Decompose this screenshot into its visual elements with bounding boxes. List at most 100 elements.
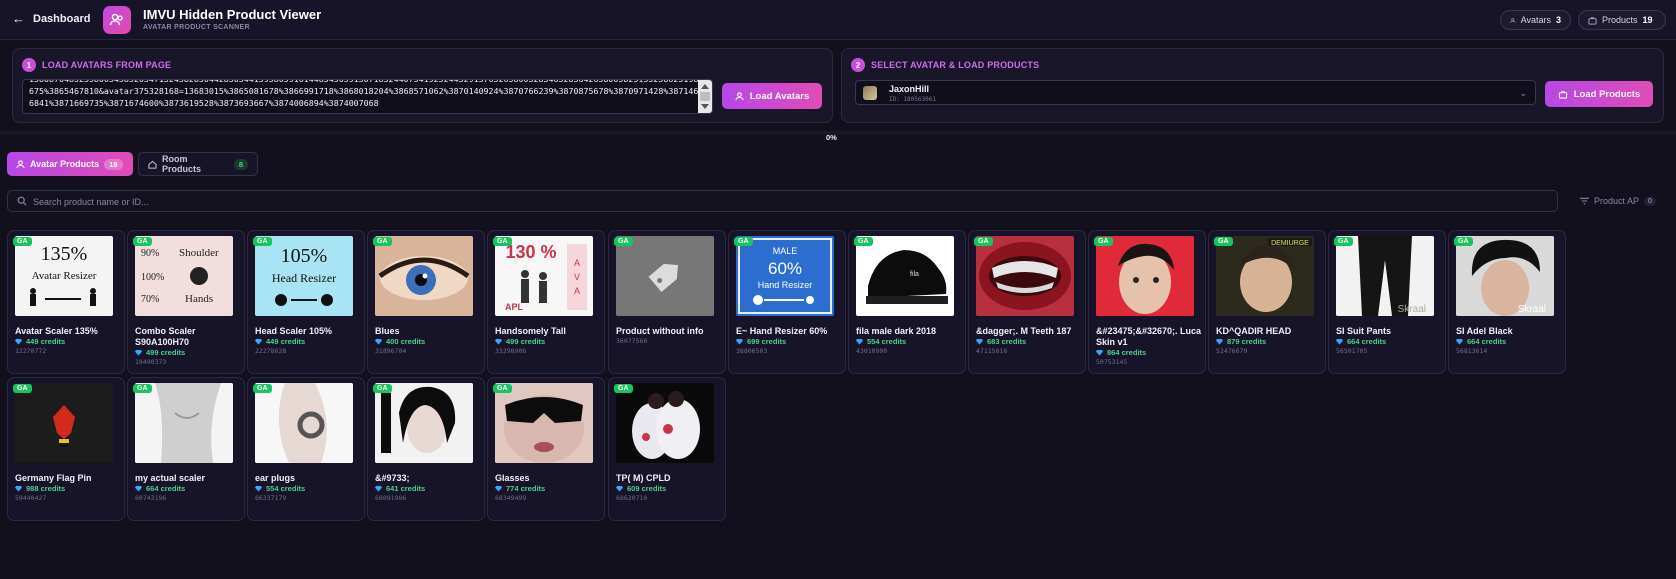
product-name: &#23475;&#32670;. Luca Skin v1 xyxy=(1096,326,1202,347)
product-card[interactable]: GA Germany Flag Pin 988 credits 59440427 xyxy=(7,377,125,521)
product-credits: 499 credits xyxy=(506,337,546,346)
tab-room-products[interactable]: Room Products 8 xyxy=(138,152,258,176)
scroll-thumb[interactable] xyxy=(700,92,710,101)
textarea-scrollbar[interactable] xyxy=(698,80,712,113)
scroll-up-icon[interactable] xyxy=(701,84,709,89)
product-credits: 609 credits xyxy=(627,484,667,493)
avatar-thumbnail xyxy=(863,86,877,100)
svg-text:Hand Resizer: Hand Resizer xyxy=(758,280,813,290)
scroll-down-icon[interactable] xyxy=(701,104,709,109)
product-card[interactable]: GA &dagger;. M Teeth 187 683 credits 471158… xyxy=(968,230,1086,374)
ga-badge: GA xyxy=(614,384,633,393)
product-name: fila male dark 2018 xyxy=(856,326,937,336)
svg-text:Hands: Hands xyxy=(185,293,213,305)
product-price: 499 credits xyxy=(495,337,545,346)
product-price: 449 credits xyxy=(15,337,65,346)
product-card[interactable]: GA fila fila male dark 2018 554 credits 4301… xyxy=(848,230,966,374)
diamond-icon xyxy=(1456,338,1463,345)
product-name: my actual scaler xyxy=(135,473,206,483)
product-card[interactable]: GA 135% Avatar Resizer Avatar Scaler 135% 44… xyxy=(7,230,125,374)
avatar-select[interactable]: JaxonHill ID: 180563061 ⌄ xyxy=(855,80,1536,105)
sort-product-ap[interactable]: Product AP 0 xyxy=(1580,196,1656,206)
step-1-title: LOAD AVATARS FROM PAGE xyxy=(42,60,172,70)
svg-text:A: A xyxy=(574,286,580,296)
diamond-icon xyxy=(1096,349,1103,356)
product-id: 43010990 xyxy=(856,347,888,355)
product-name: Glasses xyxy=(495,473,530,483)
product-price: 864 credits xyxy=(1096,348,1146,357)
ga-badge: GA xyxy=(253,237,272,246)
product-card[interactable]: GA Blues 400 credits 31896704 xyxy=(367,230,485,374)
svg-text:70%: 70% xyxy=(141,294,159,305)
product-card[interactable]: GA TP( M) CPLD 609 credits 68620710 xyxy=(608,377,726,521)
product-thumbnail: 90% Shoulder 100% 70% Hands xyxy=(135,236,233,316)
load-avatars-panel: 1 LOAD AVATARS FROM PAGE 158087048523580… xyxy=(12,48,833,123)
product-card[interactable]: GA &#23475;&#32670;. Luca Skin v1 864 cred… xyxy=(1088,230,1206,374)
search-input[interactable] xyxy=(33,194,1533,209)
product-thumbnail xyxy=(375,383,473,463)
product-name: KD^QADIR HEAD xyxy=(1216,326,1292,336)
product-id: 52476679 xyxy=(1216,347,1248,355)
user-icon xyxy=(16,159,25,168)
product-card[interactable]: GA MALE 60% Hand Resizer E~ Hand Resizer 60%… xyxy=(728,230,846,374)
product-thumbnail: 135% Avatar Resizer xyxy=(15,236,113,316)
ga-badge: GA xyxy=(373,384,392,393)
product-name: SI Suit Pants xyxy=(1336,326,1392,336)
diamond-icon xyxy=(135,349,142,356)
product-thumbnail xyxy=(976,236,1074,316)
diamond-icon xyxy=(135,485,142,492)
product-credits: 699 credits xyxy=(747,337,787,346)
svg-text:100%: 100% xyxy=(141,272,164,283)
load-products-button[interactable]: Load Products xyxy=(1545,81,1653,107)
product-thumbnail xyxy=(375,236,473,316)
product-thumbnail: MALE 60% Hand Resizer xyxy=(736,236,834,316)
product-id: 33298906 xyxy=(495,347,527,355)
ga-badge: GA xyxy=(854,237,873,246)
product-card[interactable]: GA 130 % A V A APL Handsomely Tall 499 credits 3… xyxy=(487,230,605,374)
diamond-icon xyxy=(495,485,502,492)
progress-bar xyxy=(0,131,1676,135)
app-logo xyxy=(103,6,131,34)
product-thumbnail: Skraal xyxy=(1456,236,1554,316)
product-card[interactable]: GA 105% Head Resizer Head Scaler 105% 449 cr… xyxy=(247,230,365,374)
product-price: 554 credits xyxy=(856,337,906,346)
product-card[interactable]: GA Skraal SI Suit Pants 664 credits 56501705 xyxy=(1328,230,1446,374)
avatar-url-textarea[interactable]: 1580870485235800345832034715245828504428… xyxy=(22,79,713,114)
product-card[interactable]: GA Skraal SI Adel Black 664 credits 56813614 xyxy=(1448,230,1566,374)
product-price: 609 credits xyxy=(616,484,666,493)
diamond-icon xyxy=(616,485,623,492)
arrow-left-icon: ← xyxy=(12,11,25,26)
diamond-icon xyxy=(495,338,502,345)
svg-text:DEMIURGE: DEMIURGE xyxy=(1271,240,1309,247)
product-card[interactable]: GA Glasses 774 credits 68349499 xyxy=(487,377,605,521)
search-bar xyxy=(7,190,1558,212)
diamond-icon xyxy=(255,338,262,345)
product-card[interactable]: GA my actual scaler 664 credits 60743196 xyxy=(127,377,245,521)
selected-avatar-name: JaxonHill xyxy=(889,84,930,94)
top-bar: ← Dashboard IMVU Hidden Product Viewer A… xyxy=(0,0,1676,40)
product-thumbnail: 105% Head Resizer xyxy=(255,236,353,316)
back-to-dashboard-button[interactable]: ← Dashboard xyxy=(12,12,90,25)
svg-text:Shoulder: Shoulder xyxy=(179,247,219,259)
user-icon xyxy=(1510,17,1516,23)
product-id: 47115816 xyxy=(976,347,1008,355)
svg-text:60%: 60% xyxy=(768,259,802,278)
ga-badge: GA xyxy=(974,237,993,246)
load-avatars-button[interactable]: Load Avatars xyxy=(722,83,822,109)
product-thumbnail xyxy=(255,383,353,463)
product-card[interactable]: GA DEMIURGE KD^QADIR HEAD 879 credits 524766… xyxy=(1208,230,1326,374)
product-price: 664 credits xyxy=(135,484,185,493)
ga-badge: GA xyxy=(493,237,512,246)
product-card[interactable]: GA &#9733; 641 credits 68091986 xyxy=(367,377,485,521)
avatar-url-text: 1580870485235800345832034715245828504428… xyxy=(29,79,699,108)
ga-badge: GA xyxy=(373,237,392,246)
sort-label: Product AP xyxy=(1594,196,1640,206)
product-card[interactable]: GA ear plugs 554 credits 66337179 xyxy=(247,377,365,521)
load-products-panel: 2 SELECT AVATAR & LOAD PRODUCTS JaxonHil… xyxy=(841,48,1664,123)
tab-avatar-products[interactable]: Avatar Products 19 xyxy=(7,152,133,176)
svg-text:A: A xyxy=(574,258,580,268)
product-card[interactable]: GA Product without info 36077560 xyxy=(608,230,726,374)
product-card[interactable]: GA 90% Shoulder 100% 70% Hands Combo Scaler S9… xyxy=(127,230,245,374)
diamond-icon xyxy=(736,338,743,345)
product-name: &dagger;. M Teeth 187 xyxy=(976,326,1072,336)
